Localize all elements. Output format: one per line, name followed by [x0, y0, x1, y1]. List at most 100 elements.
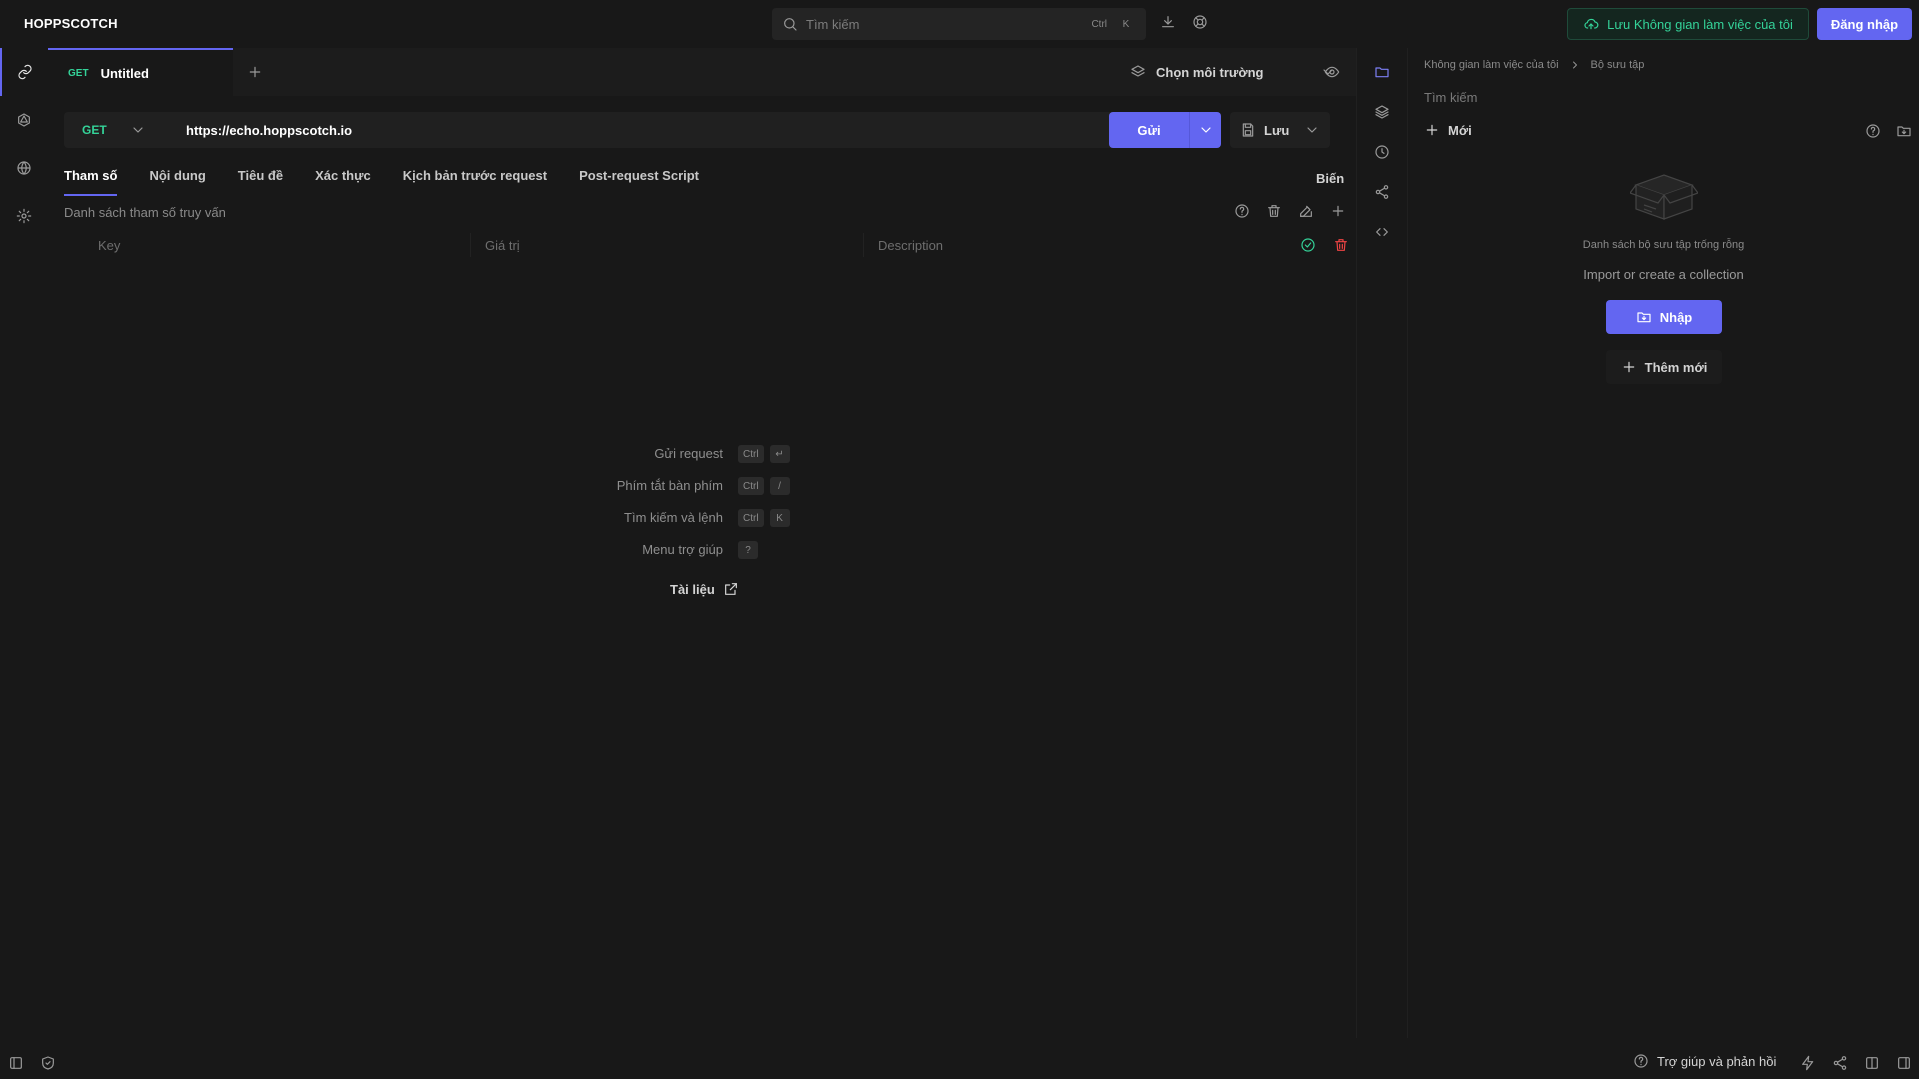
graphql-icon [16, 112, 32, 128]
tab-body[interactable]: Nội dung [149, 168, 205, 196]
left-rail [0, 48, 48, 1038]
bolt-icon[interactable] [1800, 1055, 1816, 1071]
panel-right-icon[interactable] [1896, 1055, 1912, 1071]
tab-auth[interactable]: Xác thực [315, 168, 371, 196]
globe-icon [16, 160, 32, 176]
request-section-tabs: Tham số Nội dung Tiêu đề Xác thực Kịch b… [64, 168, 699, 196]
tab-title: Untitled [100, 65, 149, 81]
environment-select[interactable]: Chọn môi trường [1118, 56, 1348, 88]
sidebar-toggle-icon[interactable] [8, 1055, 24, 1071]
app-brand[interactable]: HOPPSCOTCH [24, 16, 118, 31]
tab-pre-request-script[interactable]: Kịch bản trước request [403, 168, 547, 196]
tab-params[interactable]: Tham số [64, 168, 118, 196]
shortcut-key: / [769, 477, 790, 495]
columns-icon[interactable] [1864, 1055, 1880, 1071]
rail-graphql[interactable] [0, 96, 48, 144]
help-circle-icon[interactable] [1865, 123, 1881, 139]
environment-label: Chọn môi trường [1156, 64, 1264, 80]
global-search[interactable]: Tìm kiếm Ctrl K [772, 8, 1146, 40]
tab-variables[interactable]: Biến [1316, 171, 1344, 186]
share-icon [1374, 184, 1390, 200]
column-value: Giá trị [471, 233, 864, 257]
shortcut-key: Ctrl [738, 509, 764, 527]
params-table-header: Key Giá trị Description [64, 233, 1354, 257]
save-request-button[interactable]: Lưu [1230, 112, 1330, 148]
folder-icon [1374, 64, 1390, 80]
column-description: Description [878, 237, 944, 253]
eye-icon[interactable] [1324, 64, 1340, 80]
login-button[interactable]: Đăng nhập [1817, 8, 1912, 40]
plus-icon [1424, 122, 1440, 138]
tab-method: GET [68, 67, 89, 79]
add-new-label: Thêm mới [1644, 359, 1708, 375]
tool-code[interactable] [1357, 212, 1407, 252]
help-feedback-label: Trợ giúp và phản hồi [1657, 1053, 1777, 1069]
check-circle-icon[interactable] [1300, 237, 1316, 253]
request-tabbar: GET Untitled Chọn môi trường [48, 48, 1356, 96]
documentation-link[interactable]: Tài liệu [670, 581, 739, 597]
code-icon [1374, 224, 1390, 240]
url-input[interactable]: https://echo.hoppscotch.io [164, 112, 1208, 148]
shortcut-label: Tìm kiếm và lệnh [624, 510, 723, 525]
chevron-down-icon [130, 122, 146, 138]
send-button[interactable]: Gửi [1109, 112, 1221, 148]
params-title: Danh sách tham số truy vấn [64, 205, 226, 220]
import-collection-button[interactable]: Nhập [1606, 300, 1722, 334]
empty-collections-text: Danh sách bộ sưu tập trống rỗng [1582, 239, 1745, 251]
help-feedback-button[interactable]: Trợ giúp và phản hồi [1633, 1053, 1776, 1069]
chevron-right-icon [1569, 59, 1581, 71]
app-header: HOPPSCOTCH Tìm kiếm Ctrl K Lưu Không gia… [0, 0, 1919, 48]
rail-settings[interactable] [0, 192, 48, 240]
help-circle-icon[interactable] [1234, 203, 1250, 219]
tool-collections[interactable] [1357, 52, 1407, 92]
trash-icon[interactable] [1333, 237, 1349, 253]
import-label: Nhập [1659, 309, 1693, 325]
breadcrumb-workspace[interactable]: Không gian làm việc của tôi [1424, 59, 1559, 71]
tool-history[interactable] [1357, 132, 1407, 172]
shortcut-keyboard: Phím tắt bàn phím Ctrl / [560, 476, 860, 496]
plus-icon[interactable] [1330, 203, 1346, 219]
breadcrumb-collections: Bộ sưu tập [1590, 59, 1645, 71]
search-shortcut-k: K [1122, 18, 1130, 30]
shortcut-key: ? [738, 541, 758, 559]
save-workspace-button[interactable]: Lưu Không gian làm việc của tôi [1567, 8, 1809, 40]
shortcut-key: K [769, 509, 790, 527]
shortcut-send: Gửi request Ctrl ↵ [560, 444, 860, 464]
external-link-icon [723, 581, 739, 597]
shortcut-search: Tìm kiếm và lệnh Ctrl K [560, 508, 860, 528]
trash-icon[interactable] [1266, 203, 1282, 219]
search-shortcut-ctrl: Ctrl [1091, 18, 1107, 30]
add-tab-icon[interactable] [247, 64, 263, 80]
search-placeholder: Tìm kiếm [806, 16, 860, 32]
clock-icon [1374, 144, 1390, 160]
tab-headers[interactable]: Tiêu đề [238, 168, 283, 196]
search-icon [782, 16, 798, 32]
shield-check-icon[interactable] [40, 1055, 56, 1071]
send-label: Gửi [1137, 122, 1161, 138]
tab-untitled[interactable]: GET Untitled [48, 48, 233, 96]
chevron-down-icon[interactable] [1304, 122, 1320, 138]
tool-environments[interactable] [1357, 92, 1407, 132]
rail-realtime[interactable] [0, 144, 48, 192]
support-icon[interactable] [1192, 14, 1208, 30]
shortcut-key: Ctrl [738, 445, 764, 463]
edit-icon[interactable] [1298, 203, 1314, 219]
shortcut-help: Menu trợ giúp ? [560, 540, 860, 560]
share-icon[interactable] [1832, 1055, 1848, 1071]
download-icon[interactable] [1160, 14, 1176, 30]
new-collection-button[interactable]: Mới [1424, 122, 1472, 138]
tab-post-request-script[interactable]: Post-request Script [579, 168, 699, 196]
empty-box-illustration [1630, 167, 1698, 223]
collections-search-input[interactable]: Tìm kiếm [1424, 90, 1477, 105]
shortcut-label: Menu trợ giúp [642, 542, 723, 557]
chevron-down-icon[interactable] [1189, 112, 1221, 148]
app-footer: Trợ giúp và phản hồi [0, 1049, 1919, 1079]
method-select[interactable]: GET [64, 112, 164, 148]
add-new-collection-button[interactable]: Thêm mới [1606, 350, 1722, 384]
shortcut-label: Gửi request [654, 446, 723, 461]
rail-rest[interactable] [0, 48, 48, 96]
save-label: Lưu [1264, 122, 1290, 138]
folder-import-icon[interactable] [1896, 123, 1912, 139]
link-icon [17, 64, 33, 80]
tool-share[interactable] [1357, 172, 1407, 212]
